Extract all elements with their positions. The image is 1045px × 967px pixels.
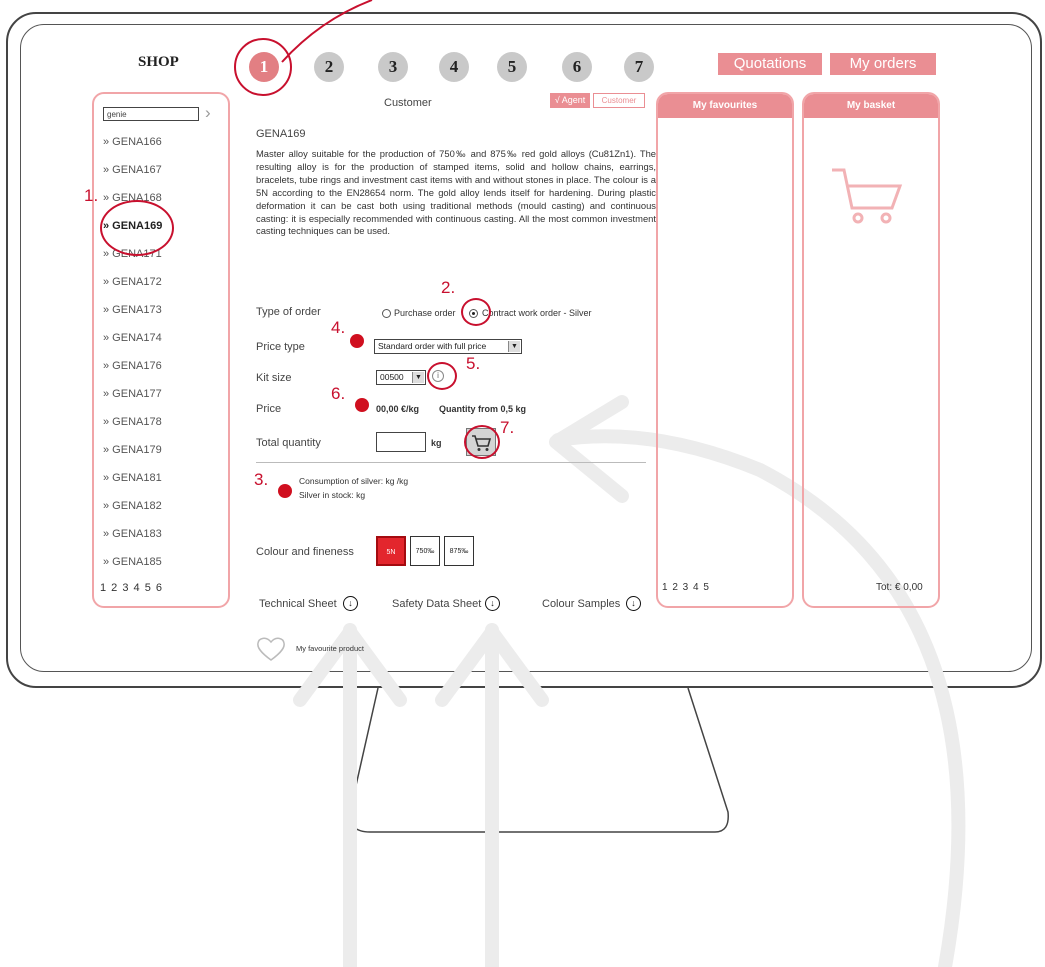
annotation-lines <box>281 0 373 63</box>
annotation-dot-4 <box>350 334 364 348</box>
annotation-ring-7 <box>464 425 500 459</box>
annotation-6: 6. <box>331 384 346 403</box>
annotation-2: 2. <box>441 278 456 297</box>
annotation-dot-6 <box>355 398 369 412</box>
annotation-3: 3. <box>254 470 269 489</box>
annotation-5: 5. <box>466 354 481 373</box>
annotation-ring-5 <box>427 362 457 390</box>
annotation-1: 1. <box>84 186 99 205</box>
annotation-4: 4. <box>331 318 346 337</box>
annotation-ring-1 <box>100 200 174 256</box>
annotation-dot-3 <box>278 484 292 498</box>
annotation-7: 7. <box>500 418 515 437</box>
annotation-ring-2 <box>461 298 491 326</box>
